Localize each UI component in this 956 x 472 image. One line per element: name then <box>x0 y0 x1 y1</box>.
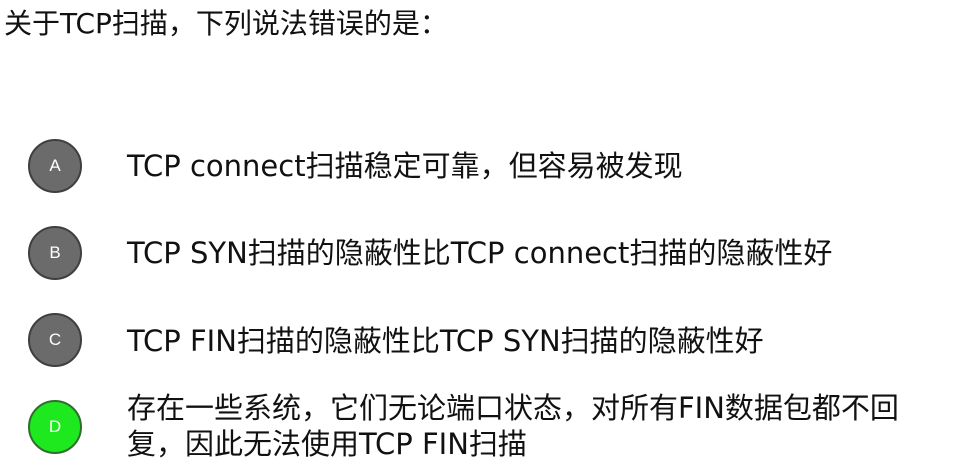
question-text: 关于TCP扫描，下列说法错误的是： <box>4 7 448 40</box>
option-b-badge[interactable]: B <box>28 226 82 280</box>
option-d-badge[interactable]: D <box>28 400 82 454</box>
option-a-badge[interactable]: A <box>28 139 82 193</box>
option-c-text: TCP FIN扫描的隐蔽性比TCP SYN扫描的隐蔽性好 <box>127 324 764 358</box>
option-b-text: TCP SYN扫描的隐蔽性比TCP connect扫描的隐蔽性好 <box>127 236 833 270</box>
option-d-text: 存在一些系统，它们无论端口状态，对所有FIN数据包都不回复，因此无法使用TCP … <box>127 391 899 461</box>
option-a-text: TCP connect扫描稳定可靠，但容易被发现 <box>127 149 683 183</box>
option-c-badge[interactable]: C <box>28 313 82 367</box>
